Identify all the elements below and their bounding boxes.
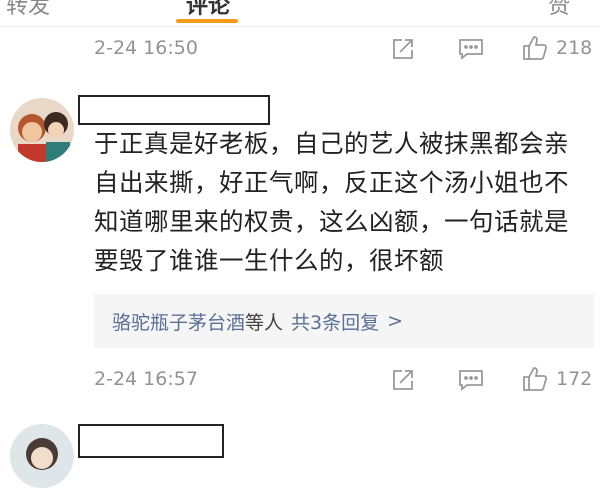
tab-likes[interactable]: 赞 [548,0,570,20]
reply-count-link[interactable]: 共3条回复 [291,308,379,335]
share-icon [391,368,415,392]
comment-timestamp: 2-24 16:50 [94,37,198,59]
divider [0,26,600,27]
avatar[interactable] [10,424,74,488]
avatar[interactable] [10,98,74,162]
like-count: 172 [556,368,593,390]
comment-text: 于正真是好老板，自己的艺人被抹黑都会亲 自出来撕，好正气啊，反正这个汤小姐也不 … [94,124,594,280]
share-button[interactable] [391,368,415,392]
share-button[interactable] [391,37,415,61]
share-icon [391,37,415,61]
reply-users[interactable]: 骆驼瓶子茅台酒 [112,308,245,335]
comment-timestamp: 2-24 16:57 [94,368,198,390]
comment-line: 要毁了谁谁一生什么的，很坏额 [94,246,444,275]
username-redacted[interactable] [78,95,270,125]
comment-line: 知道哪里来的权贵，这么凶额，一句话就是 [94,207,569,236]
comment-line: 自出来撕，好正气啊，反正这个汤小姐也不 [94,168,569,197]
like-button[interactable]: 218 [522,35,592,61]
comment-icon [458,37,484,61]
active-tab-indicator [176,19,238,23]
like-icon [522,366,548,392]
reply-button[interactable] [458,368,484,392]
chevron-right-icon: > [387,310,404,332]
comment-line: 于正真是好老板，自己的艺人被抹黑都会亲 [94,129,569,158]
username-redacted[interactable] [78,424,224,458]
comment-icon [458,368,484,392]
like-count: 218 [556,37,593,59]
reply-users-suffix: 等人 [245,311,284,334]
tab-reposts[interactable]: 转发 [6,0,50,20]
like-icon [522,35,548,61]
tab-bar: 转发 评论 赞 [0,0,600,24]
replies-preview[interactable]: 骆驼瓶子茅台酒 等人 共3条回复 > [94,294,594,348]
tab-comments[interactable]: 评论 [186,0,230,20]
reply-button[interactable] [458,37,484,61]
like-button[interactable]: 172 [522,366,592,392]
